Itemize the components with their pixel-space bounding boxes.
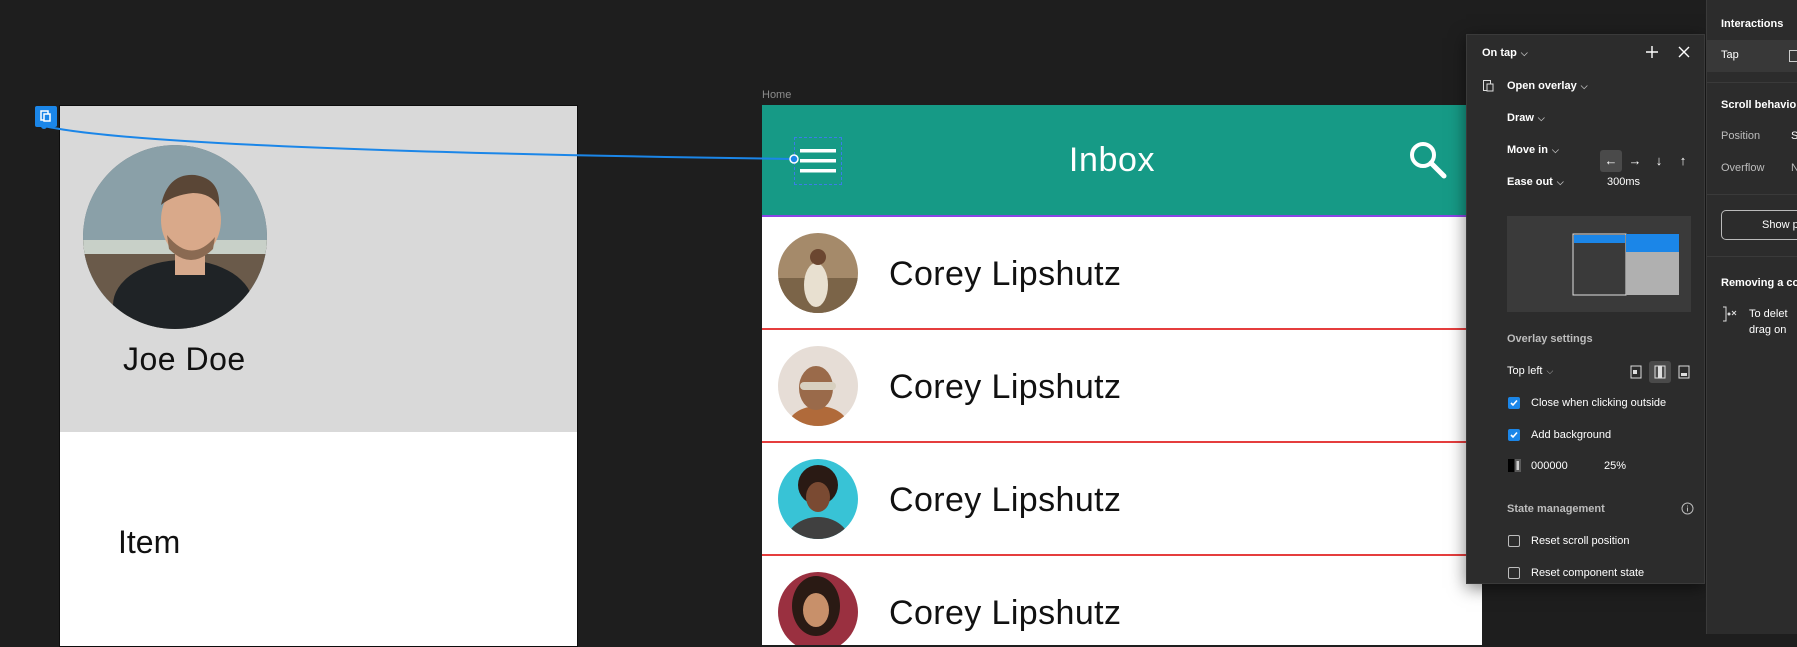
home-frame[interactable]: Inbox Corey Lipshutz Corey Lipshutz Core… [762,105,1482,645]
chevron-down-icon: ⌵ [1551,145,1559,155]
divider [1707,256,1797,257]
align-left-icon[interactable] [1625,361,1647,383]
chevron-down-icon: ⌵ [1580,81,1588,91]
position-dropdown[interactable]: Top left ⌵ [1507,365,1553,377]
destination-dropdown[interactable]: Draw ⌵ [1507,112,1545,124]
overlay-icon [1789,50,1797,62]
chevron-down-icon: ⌵ [1537,113,1545,123]
interaction-row[interactable]: Tap [1707,40,1797,72]
hamburger-menu-icon[interactable] [800,147,836,175]
state-management-heading: State management [1507,503,1605,515]
animation-label: Move in [1507,144,1548,156]
removing-text-line-1: To delet [1749,308,1788,320]
show-button-label: Show p [1762,219,1797,231]
animation-preview [1507,216,1691,312]
show-prototype-button[interactable]: Show p [1721,210,1797,240]
easing-dropdown[interactable]: Ease out ⌵ [1507,176,1564,188]
page-title: Inbox [1068,141,1156,179]
action-dropdown[interactable]: Open overlay ⌵ [1507,80,1588,92]
tap-label: Tap [1721,49,1739,61]
position-label: Top left [1507,365,1543,377]
direction-down-button[interactable]: ↓ [1648,150,1670,172]
drawer-frame[interactable]: Joe Doe Item [59,105,578,647]
easing-label: Ease out [1507,176,1553,188]
direction-left-button[interactable]: ← [1600,150,1622,172]
overlay-settings-heading: Overlay settings [1507,333,1593,345]
align-bottom-icon[interactable] [1673,361,1695,383]
interaction-popover: On tap ⌵ Open overlay ⌵ Draw ⌵ Move in ⌵ ← →… [1466,34,1705,584]
right-panel: Interactions Tap Scroll behavio Position… [1706,0,1797,634]
scroll-behavior-heading: Scroll behavio [1721,99,1797,111]
add-icon[interactable] [1645,45,1659,59]
message-sender: Corey Lipshutz [889,481,1122,519]
add-background-label[interactable]: Add background [1531,429,1611,441]
message-row[interactable]: Corey Lipshutz [762,330,1482,443]
overlay-icon [1482,79,1496,93]
overflow-label: Overflow [1721,162,1765,174]
message-sender: Corey Lipshutz [889,368,1122,406]
align-center-icon[interactable] [1649,361,1671,383]
avatar [778,233,858,313]
message-row[interactable]: Corey Lipshutz [762,217,1482,330]
chevron-down-icon: ⌵ [1556,177,1564,187]
profile-photo [83,145,267,329]
destination-label: Draw [1507,112,1534,124]
app-bar: Inbox [762,105,1482,217]
avatar [778,346,858,426]
direction-up-button[interactable]: ↑ [1672,150,1694,172]
profile-name: Joe Doe [123,341,246,377]
divider [1707,194,1797,195]
chevron-down-icon: ⌵ [1546,366,1554,376]
frame-label-home[interactable]: Home [762,89,791,101]
reset-scroll-checkbox[interactable] [1508,535,1520,547]
message-sender: Corey Lipshutz [889,594,1122,632]
close-outside-label[interactable]: Close when clicking outside [1531,397,1666,409]
trigger-label: On tap [1482,47,1517,59]
trigger-dropdown[interactable]: On tap ⌵ [1482,47,1528,59]
message-row[interactable]: Corey Lipshutz [762,443,1482,556]
animation-dropdown[interactable]: Move in ⌵ [1507,144,1559,156]
close-icon[interactable] [1677,45,1691,59]
search-icon[interactable] [1408,140,1448,180]
direction-right-button[interactable]: → [1624,150,1646,172]
removing-heading: Removing a co [1721,277,1797,289]
prototype-start-icon[interactable] [35,106,57,127]
position-label: Position [1721,130,1761,142]
info-icon[interactable] [1681,502,1694,515]
divider [1707,82,1797,83]
reset-scroll-label[interactable]: Reset scroll position [1531,535,1629,547]
background-color-input[interactable]: 000000 [1531,460,1568,472]
disconnect-icon [1721,305,1739,323]
close-outside-checkbox[interactable] [1508,397,1520,409]
overflow-value[interactable]: N [1791,162,1797,174]
removing-text-line-2: drag on [1749,324,1787,336]
message-row[interactable]: Corey Lipshutz [762,556,1482,645]
avatar [778,459,858,539]
message-sender: Corey Lipshutz [889,255,1122,293]
action-label: Open overlay [1507,80,1577,92]
reset-component-checkbox[interactable] [1508,567,1520,579]
interactions-heading: Interactions [1721,18,1784,30]
background-opacity-input[interactable]: 25% [1604,460,1626,472]
drawer-header: Joe Doe [60,106,577,432]
color-swatch[interactable] [1508,459,1521,472]
add-background-checkbox[interactable] [1508,429,1520,441]
duration-input[interactable]: 300ms [1607,176,1640,188]
position-value[interactable]: S [1791,130,1797,142]
avatar [778,572,858,645]
drawer-menu-item[interactable]: Item [118,524,180,561]
chevron-down-icon: ⌵ [1520,48,1528,58]
reset-component-label[interactable]: Reset component state [1531,567,1644,579]
